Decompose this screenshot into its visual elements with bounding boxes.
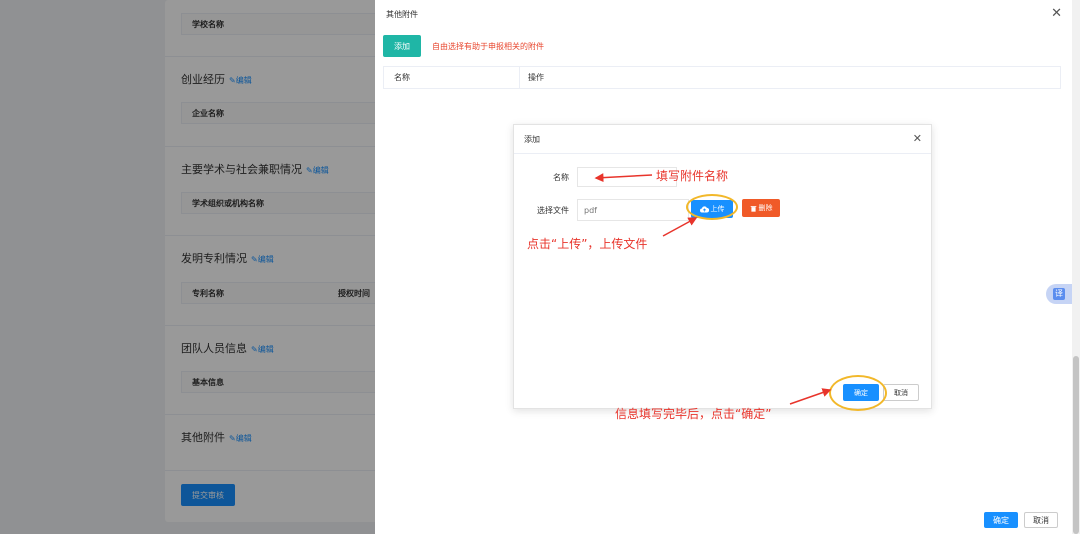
drawer-title: 其他附件 xyxy=(386,10,418,19)
close-icon[interactable]: ✕ xyxy=(913,132,922,145)
column-header-name: 名称 xyxy=(384,67,520,88)
annotation-name-note: 填写附件名称 xyxy=(656,169,729,183)
file-label: 选择文件 xyxy=(537,206,569,215)
drawer-hint: 自由选择有助于申报相关的附件 xyxy=(432,42,544,51)
dialog-header: 添加 ✕ xyxy=(514,125,931,154)
translate-icon: 译 xyxy=(1053,288,1065,300)
delete-button[interactable]: 删除 xyxy=(742,199,780,217)
scrollbar-thumb[interactable] xyxy=(1073,356,1079,534)
upload-highlight-ring xyxy=(686,194,738,220)
drawer-confirm-button[interactable]: 确定 xyxy=(984,512,1018,528)
close-icon[interactable]: ✕ xyxy=(1051,6,1062,21)
trash-icon xyxy=(750,205,756,212)
name-label: 名称 xyxy=(553,173,569,182)
column-header-actions: 操作 xyxy=(528,73,544,82)
add-attachment-button[interactable]: 添加 xyxy=(383,35,421,57)
drawer-cancel-button[interactable]: 取消 xyxy=(1024,512,1058,528)
annotation-confirm-note: 信息填写完毕后，点击“确定” xyxy=(615,407,772,421)
dialog-title: 添加 xyxy=(524,135,540,144)
translate-float-button[interactable]: 译 xyxy=(1046,284,1072,304)
annotation-upload-note: 点击“上传”，上传文件 xyxy=(527,237,648,251)
file-path-input[interactable] xyxy=(577,199,689,221)
scrollbar[interactable] xyxy=(1072,0,1080,534)
confirm-highlight-ring xyxy=(829,375,887,411)
attachments-table-header: 名称 操作 xyxy=(383,66,1061,89)
dialog-cancel-button[interactable]: 取消 xyxy=(883,384,919,401)
